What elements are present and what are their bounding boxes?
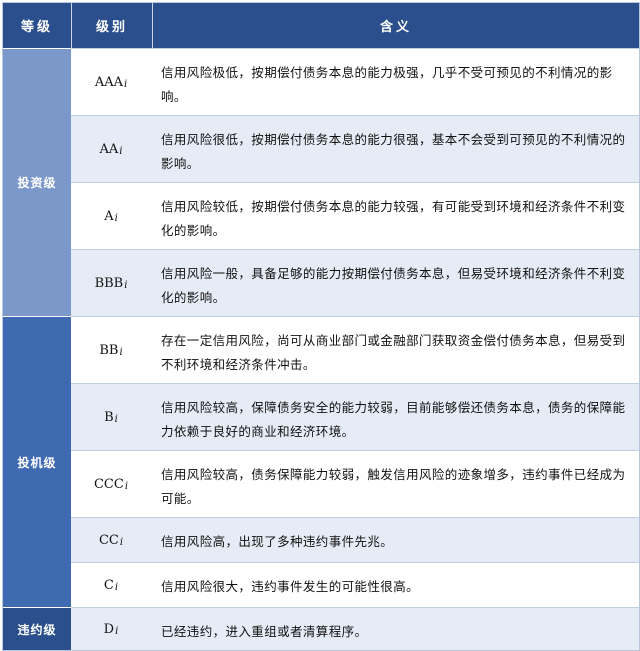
table-header: 等级 级别 含义 [3,3,639,48]
meaning-cell: 信用风险较低，按期偿付债务本息的能力较强，有可能受到环境和经济条件不利变化的影响… [161,199,626,238]
group-investment: 投资级 AAA i 信用风险极低，按期偿付债务本息的能力极强，几乎不受可预见的不利… [3,48,639,316]
level-cell: BBB i [94,275,128,291]
meaning-cell: 信用风险很大，违约事件发生的可能性很高。 [161,579,420,594]
meaning-cell: 信用风险高，出现了多种违约事件先兆。 [161,534,394,549]
table-row: Ai 信用风险较低，按期偿付债务本息的能力较强，有可能受到环境和经济条件不利变化… [71,182,639,249]
level-cell: BB i [99,342,123,358]
level-cell: AAA i [94,74,128,90]
header-meaning: 含义 [379,20,412,35]
group-label: 投资级 [3,48,71,316]
group-speculative: 投机级 BB i 存在一定信用风险，尚可从商业部门或金融部门获取资金偿付债务本息，… [3,316,639,607]
group-label: 违约级 [3,607,71,650]
level-cell: Ci [103,577,119,593]
meaning-cell: 已经违约，进入重组或者清算程序。 [161,624,368,639]
group-default: 违约级 Di 已经违约，进入重组或者清算程序。 [3,607,639,650]
meaning-cell: 信用风险较高，债务保障能力较弱，触发信用风险的迹象增多，违约事件已经成为可能。 [161,467,626,506]
header-level: 级别 [72,3,153,48]
table-row: Di 已经违约，进入重组或者清算程序。 [71,607,639,650]
level-cell: Bi [104,409,118,425]
table-row: CCC i 信用风险较高，债务保障能力较弱，触发信用风险的迹象增多，违约事件已经成… [71,450,639,517]
table-row: BBB i 信用风险一般，具备足够的能力按期偿付债务本息，但易受环境和经济条件不利… [71,249,639,316]
meaning-cell: 信用风险极低，按期偿付债务本息的能力极强，几乎不受可预见的不利情况的影响。 [161,65,613,104]
meaning-cell: 存在一定信用风险，尚可从商业部门或金融部门获取资金偿付债务本息，但易受到不利环境… [161,333,626,372]
header-grade: 等级 [3,3,72,48]
level-cell: CC i [98,532,124,548]
level-cell: AA i [99,141,123,157]
table-row: Ci 信用风险很大，违约事件发生的可能性很高。 [71,562,639,607]
group-label: 投机级 [3,316,71,607]
table-row: BB i 存在一定信用风险，尚可从商业部门或金融部门获取资金偿付债务本息，但易受到… [71,316,639,383]
meaning-cell: 信用风险较高，保障债务安全的能力较弱，目前能够偿还债务本息，债务的保障能力依赖于… [161,400,626,439]
table-row: AAA i 信用风险极低，按期偿付债务本息的能力极强，几乎不受可预见的不利情况的影… [71,48,639,115]
level-cell: Di [103,621,119,637]
meaning-cell: 信用风险一般，具备足够的能力按期偿付债务本息，但易受环境和经济条件不利变化的影响… [161,266,626,305]
rating-table: 等级 级别 含义 投资级 AAA i 信用风险极低，按期偿付债务本息的能力极强，几… [2,2,640,651]
table-row: CC i 信用风险高，出现了多种违约事件先兆。 [71,517,639,562]
table-row: AA i 信用风险很低，按期偿付债务本息的能力很强，基本不会受到可预见的不利情况的… [71,115,639,182]
table-row: Bi 信用风险较高，保障债务安全的能力较弱，目前能够偿还债务本息，债务的保障能力… [71,383,639,450]
meaning-cell: 信用风险很低，按期偿付债务本息的能力很强，基本不会受到可预见的不利情况的影响。 [161,132,626,171]
level-cell: CCC i [93,476,129,492]
level-cell: Ai [104,208,118,224]
